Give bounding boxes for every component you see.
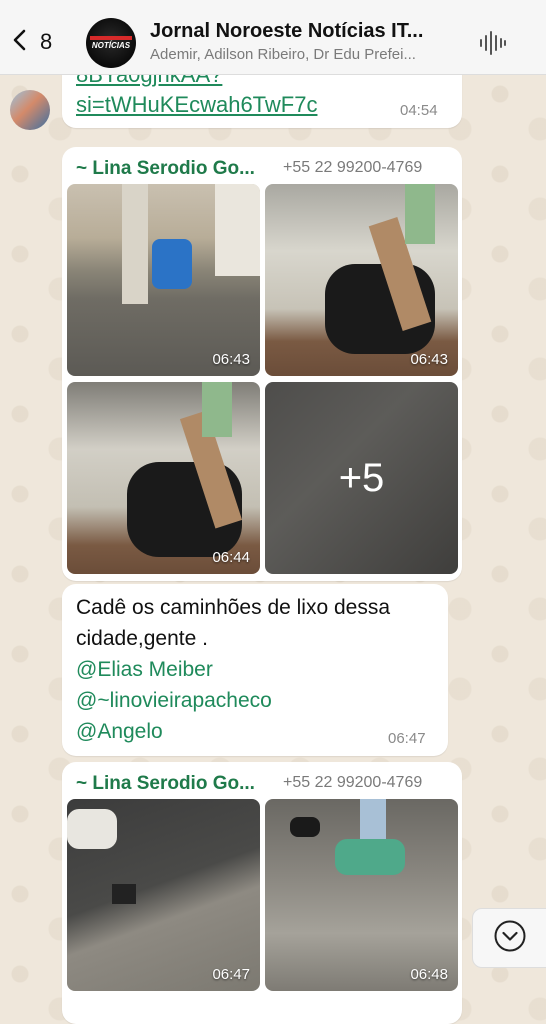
more-photos-tile[interactable]: +5: [265, 382, 458, 574]
photo-thumbnail[interactable]: 06:44: [67, 382, 260, 574]
photo-time: 06:48: [410, 966, 448, 983]
photo-time: 06:47: [212, 966, 250, 983]
sender-name[interactable]: ~ Lina Serodio Go...: [76, 773, 255, 795]
logo-text: NOTÍCIAS: [91, 41, 131, 50]
audio-waveform-button[interactable]: [478, 28, 508, 58]
message-time: 04:54: [400, 102, 438, 119]
unread-count: 8: [40, 29, 53, 54]
waveform-icon: [478, 31, 508, 62]
photo-album-bubble[interactable]: ~ Lina Serodio Go... +55 22 99200-4769 0…: [62, 147, 462, 581]
photo-time: 06:43: [212, 351, 250, 368]
mention-elias[interactable]: @Elias Meiber: [76, 654, 442, 685]
photo-time: 06:43: [410, 351, 448, 368]
photo-thumbnail[interactable]: 06:48: [265, 799, 458, 991]
chat-title[interactable]: Jornal Noroeste Notícias IT...: [150, 20, 460, 43]
photo-thumbnail[interactable]: 06:43: [67, 184, 260, 376]
group-avatar[interactable]: NOTÍCIAS: [86, 18, 136, 68]
back-button[interactable]: 8: [8, 22, 60, 62]
chevron-down-circle-icon: [493, 919, 527, 958]
logo-stripe: [90, 36, 132, 40]
photo-album-bubble[interactable]: ~ Lina Serodio Go... +55 22 99200-4769 0…: [62, 762, 462, 1024]
message-text-line1: Cadê os caminhões de lixo dessa: [76, 596, 391, 619]
chevron-left-icon: [8, 28, 32, 57]
chat-header: 8 NOTÍCIAS Jornal Noroeste Notícias IT..…: [0, 0, 546, 75]
message-link-line2[interactable]: si=tWHuKEcwah6TwF7c: [76, 90, 317, 120]
photo-thumbnail[interactable]: 06:47: [67, 799, 260, 991]
more-photos-count: +5: [338, 455, 385, 500]
sender-phone: +55 22 99200-4769: [283, 159, 423, 176]
photo-thumbnail[interactable]: 06:43: [265, 184, 458, 376]
sender-avatar[interactable]: [10, 90, 50, 130]
message-text-line2: cidade,gente .: [76, 627, 208, 650]
scroll-to-bottom-button[interactable]: [472, 908, 546, 968]
text-message-bubble[interactable]: Cadê os caminhões de lixo dessa cidade,g…: [62, 584, 448, 756]
chat-members[interactable]: Ademir, Adilson Ribeiro, Dr Edu Prefei..…: [150, 46, 460, 63]
message-time: 06:47: [388, 730, 426, 747]
sender-phone: +55 22 99200-4769: [283, 774, 423, 791]
sender-name[interactable]: ~ Lina Serodio Go...: [76, 158, 255, 180]
mention-linovieirapacheco[interactable]: @~linovieirapacheco: [76, 685, 442, 716]
photo-time: 06:44: [212, 549, 250, 566]
